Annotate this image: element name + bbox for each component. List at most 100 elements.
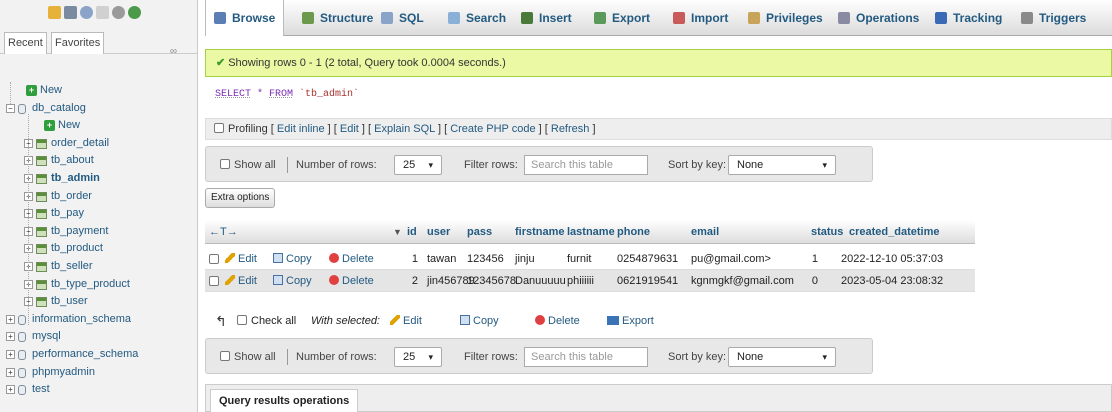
explain-sql-link[interactable]: Explain SQL (374, 123, 435, 135)
tab-favorites[interactable]: Favorites (51, 32, 105, 54)
reload-icon[interactable] (128, 6, 141, 19)
tab-operations[interactable]: Operations (838, 0, 919, 36)
home-icon[interactable] (48, 6, 61, 19)
tab-triggers[interactable]: Triggers (1021, 0, 1086, 36)
tree-item-order-detail[interactable]: + order_detail (0, 135, 198, 152)
expand-icon[interactable]: + (6, 350, 15, 359)
sort-select[interactable]: None ▾ (728, 155, 836, 175)
column-arrows[interactable]: ←T→ (209, 220, 238, 244)
tree-item-db-catalog[interactable]: − db_catalog (0, 100, 198, 117)
edit-link[interactable]: Edit (340, 123, 359, 135)
tab-browse[interactable]: Browse (205, 0, 285, 36)
tree-item-tb-seller[interactable]: + tb_seller (0, 258, 198, 275)
tree-item-label: tb_type_product (51, 277, 130, 290)
edit-inline-link[interactable]: Edit inline (277, 123, 325, 135)
show-all-control[interactable]: Show all (220, 339, 276, 375)
tab-label: Insert (539, 11, 572, 25)
column-header-email[interactable]: email (691, 220, 719, 244)
cell-id: 1 (411, 253, 418, 265)
expand-icon[interactable]: + (6, 332, 15, 342)
link-icon[interactable]: ∞ (170, 46, 177, 57)
row-delete-button[interactable]: Delete (329, 270, 374, 292)
database-icon (18, 314, 26, 325)
column-header-status[interactable]: status (811, 220, 843, 244)
tree-item-mysql[interactable]: + mysql (0, 328, 198, 345)
tree-item-information-schema[interactable]: + information_schema (0, 311, 198, 328)
tree-item-tb-payment[interactable]: + tb_payment (0, 223, 198, 240)
column-header-created_datetime[interactable]: created_datetime (849, 220, 940, 244)
show-all-control[interactable]: Show all (220, 147, 276, 183)
tab-structure[interactable]: Structure (302, 0, 373, 36)
column-header-id[interactable]: id (407, 220, 417, 244)
delete-icon (329, 253, 339, 263)
collapse-icon[interactable]: − (6, 103, 15, 113)
row-edit-button[interactable]: Edit (225, 270, 257, 292)
column-header-firstname[interactable]: firstname (515, 220, 565, 244)
sql-keyword-from: FROM (269, 89, 294, 100)
row-copy-button[interactable]: Copy (273, 270, 312, 292)
row-delete-button[interactable]: Delete (329, 248, 374, 270)
cell-firstname: jinju (515, 253, 535, 265)
rows-select[interactable]: 25 ▾ (394, 155, 442, 175)
tab-recent[interactable]: Recent (4, 32, 47, 54)
expand-icon[interactable]: + (6, 314, 15, 324)
tab-import[interactable]: Import (673, 0, 728, 36)
tree-item-phpmyadmin[interactable]: + phpmyadmin (0, 364, 198, 381)
bulk-export-button[interactable]: Export (607, 310, 654, 332)
row-checkbox[interactable] (209, 276, 219, 286)
rows-select[interactable]: 25 ▾ (394, 347, 442, 367)
bulk-delete-button[interactable]: Delete (535, 310, 580, 332)
expand-icon[interactable]: + (6, 385, 15, 395)
sidebar-icon-strip (0, 0, 197, 32)
tree-item-tb-pay[interactable]: + tb_pay (0, 205, 198, 222)
tree-item-tb-type-product[interactable]: + tb_type_product (0, 276, 198, 293)
help-icon[interactable] (80, 6, 93, 19)
show-all-checkbox[interactable] (220, 159, 230, 169)
tree-item-tb-about[interactable]: + tb_about (0, 152, 198, 169)
tree-item-performance-schema[interactable]: + performance_schema (0, 346, 198, 363)
show-all-checkbox[interactable] (220, 351, 230, 361)
tree-item-tb-order[interactable]: + tb_order (0, 188, 198, 205)
tree-item-New[interactable]: + New (0, 117, 198, 134)
row-checkbox[interactable] (209, 254, 219, 264)
profiling-checkbox[interactable] (214, 123, 224, 133)
tree-item-tb-user[interactable]: + tb_user (0, 293, 198, 310)
expand-icon[interactable]: + (6, 367, 15, 377)
sql-query-box[interactable]: SELECT * FROM `tb_admin` (205, 84, 1112, 108)
tree-item-tb-product[interactable]: + tb_product (0, 240, 198, 257)
row-copy-button[interactable]: Copy (273, 248, 312, 270)
tab-search[interactable]: Search (448, 0, 506, 36)
sort-select[interactable]: None ▾ (728, 347, 836, 367)
tree-item-New[interactable]: + New (0, 82, 198, 99)
sort-icon[interactable]: ▼ (393, 220, 402, 244)
column-header-user[interactable]: user (427, 220, 450, 244)
column-header-phone[interactable]: phone (617, 220, 650, 244)
settings-icon[interactable] (112, 6, 125, 19)
tab-tracking[interactable]: Tracking (935, 0, 1002, 36)
extra-options-button[interactable]: Extra options (205, 188, 276, 208)
tab-insert[interactable]: Insert (521, 0, 572, 36)
tree-item-test[interactable]: + test (0, 381, 198, 398)
query-results-operations-tab[interactable]: Query results operations (210, 389, 359, 412)
triggers-icon (1021, 12, 1033, 24)
refresh-link[interactable]: Refresh (551, 123, 590, 135)
column-header-pass[interactable]: pass (467, 220, 492, 244)
tab-sql[interactable]: SQL (381, 0, 424, 36)
docs-icon[interactable] (96, 6, 109, 19)
tree-item-tb-admin[interactable]: + tb_admin (0, 170, 198, 187)
bulk-copy-button[interactable]: Copy (460, 310, 499, 332)
bulk-edit-button[interactable]: Edit (390, 310, 422, 332)
filter-input[interactable]: Search this table (524, 347, 648, 367)
filter-input[interactable]: Search this table (524, 155, 648, 175)
column-header-lastname[interactable]: lastname (567, 220, 615, 244)
create-php-code-link[interactable]: Create PHP code (450, 123, 535, 135)
success-message: ✔ Showing rows 0 - 1 (2 total, Query took… (205, 49, 1112, 77)
table-icon (36, 209, 47, 220)
tab-export[interactable]: Export (594, 0, 650, 36)
check-all-checkbox[interactable] (237, 315, 247, 325)
new-icon: + (44, 120, 55, 132)
check-all-control[interactable]: Check all (237, 310, 296, 332)
tab-privileges[interactable]: Privileges (748, 0, 823, 36)
logout-icon[interactable] (64, 6, 77, 19)
row-edit-button[interactable]: Edit (225, 248, 257, 270)
